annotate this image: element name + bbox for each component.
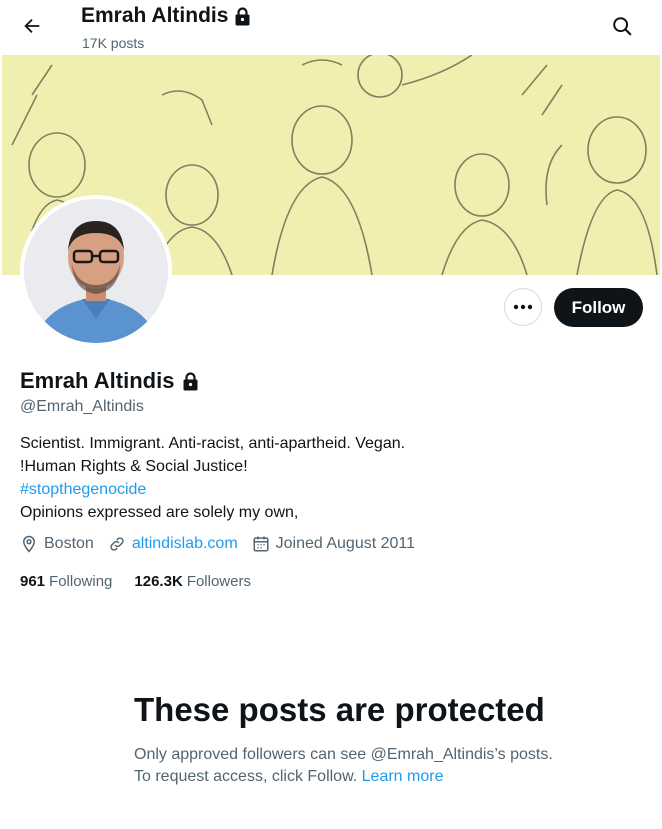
followers-label: Followers: [186, 573, 251, 590]
profile-name: Emrah Altindis: [20, 368, 199, 394]
learn-more-link[interactable]: Learn more: [362, 768, 444, 785]
protected-notice: These posts are protected Only approved …: [134, 690, 554, 788]
profile-avatar[interactable]: [20, 195, 172, 347]
protected-description-text: Only approved followers can see @Emrah_A…: [134, 746, 553, 785]
header-title: Emrah Altindis: [81, 4, 251, 28]
bio-line: Scientist. Immigrant. Anti-racist, anti-…: [20, 435, 406, 452]
website-link[interactable]: altindislab.com: [132, 535, 238, 553]
location-item: Boston: [20, 535, 94, 553]
header-name: Emrah Altindis: [81, 4, 229, 27]
bio-line: Opinions expressed are solely my own,: [20, 504, 299, 521]
following-label: Following: [49, 573, 113, 590]
hashtag-link[interactable]: #stopthegenocide: [20, 478, 405, 501]
back-button[interactable]: [18, 12, 46, 40]
joined-item: Joined August 2011: [252, 535, 415, 553]
follow-button[interactable]: Follow: [554, 288, 643, 327]
link-icon: [110, 537, 124, 551]
profile-handle: @Emrah_Altindis: [20, 398, 144, 415]
more-options-button[interactable]: [504, 288, 542, 326]
protected-title: These posts are protected: [134, 691, 545, 728]
followers-count[interactable]: 126.3K Followers: [134, 573, 251, 590]
calendar-icon: [253, 536, 269, 552]
location-text: Boston: [44, 535, 94, 552]
website-item[interactable]: altindislab.com: [108, 535, 238, 553]
profile-meta: Boston altindislab.com Joined August 201…: [20, 535, 429, 553]
location-pin-icon: [22, 535, 36, 553]
bio-line: !Human Rights & Social Justice!: [20, 458, 248, 475]
avatar-image: [24, 199, 168, 343]
search-button[interactable]: [608, 12, 636, 40]
search-icon: [613, 17, 632, 36]
following-count[interactable]: 961 Following: [20, 573, 112, 590]
following-number: 961: [20, 573, 46, 590]
profile-bio: Scientist. Immigrant. Anti-racist, anti-…: [20, 432, 405, 524]
more-icon: [513, 304, 533, 310]
follow-counts: 961 Following 126.3K Followers: [20, 573, 251, 590]
profile-name-text: Emrah Altindis: [20, 368, 175, 393]
protected-description: Only approved followers can see @Emrah_A…: [134, 744, 554, 788]
followers-number: 126.3K: [134, 573, 183, 590]
header-post-count: 17K posts: [82, 35, 145, 51]
lock-icon: [183, 371, 198, 390]
lock-icon: [235, 6, 250, 25]
joined-text: Joined August 2011: [275, 535, 416, 552]
arrow-left-icon: [24, 18, 40, 34]
top-bar: Emrah Altindis 17K posts: [0, 0, 662, 55]
